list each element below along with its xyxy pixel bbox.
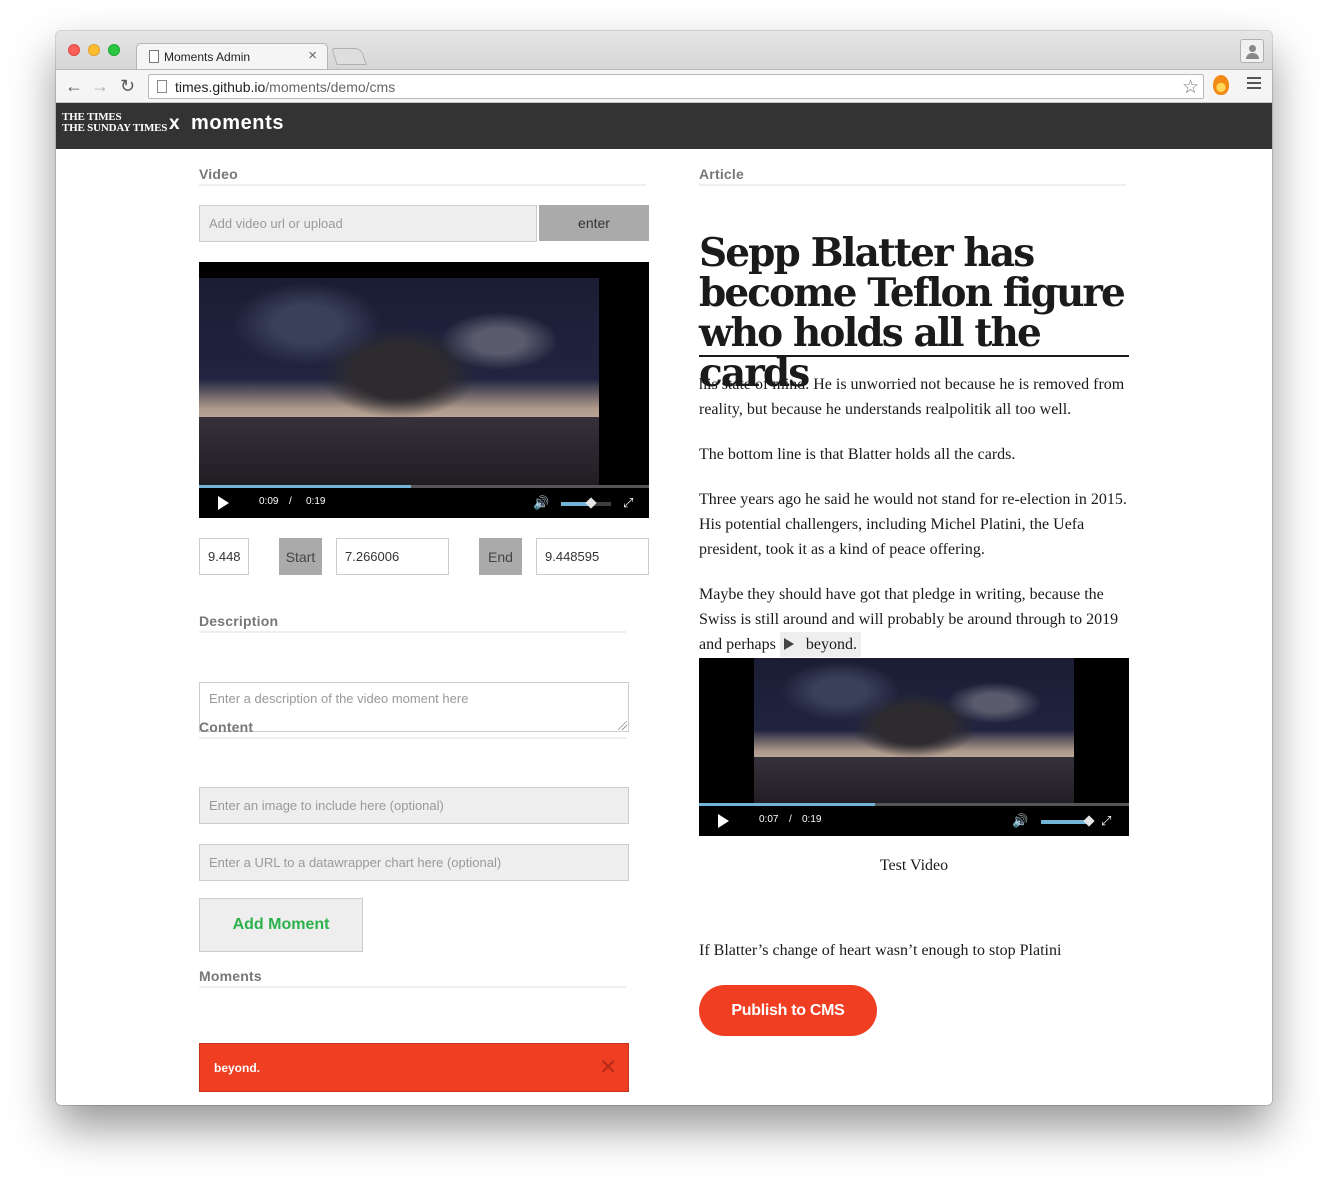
profile-icon[interactable] — [1240, 39, 1264, 63]
volume-icon[interactable]: 🔊 — [533, 495, 549, 511]
headline-rule — [699, 355, 1129, 357]
address-bar[interactable]: times.github.io/moments/demo/cms ☆ — [148, 74, 1204, 99]
window-maximize-button[interactable] — [108, 44, 120, 56]
video-controls: 0:09 / 0:19 🔊 ⤢ — [199, 488, 649, 518]
article-video-player[interactable]: 0:07 / 0:19 🔊 ⤢ — [699, 658, 1129, 836]
reload-icon[interactable]: ↻ — [120, 74, 135, 98]
forward-arrow-icon[interactable]: → — [91, 74, 109, 98]
browser-toolbar: ← → ↻ times.github.io/moments/demo/cms ☆ — [56, 69, 1272, 103]
tab-close-icon[interactable]: × — [308, 47, 317, 64]
article-volume-slider[interactable] — [1041, 815, 1095, 827]
remove-moment-icon[interactable]: ✕ — [599, 1055, 617, 1080]
tab-moments-admin[interactable]: Moments Admin × — [136, 43, 328, 70]
start-label: Start — [279, 538, 322, 575]
volume-slider[interactable] — [561, 497, 611, 509]
add-moment-button[interactable]: Add Moment — [199, 898, 363, 952]
description-placeholder: Enter a description of the video moment … — [209, 691, 469, 706]
header-separator: x — [169, 113, 180, 134]
video-player[interactable]: 0:09 / 0:19 🔊 ⤢ — [199, 262, 649, 518]
volume-icon[interactable]: 🔊 — [1012, 813, 1028, 829]
article-paragraph: Three years ago he said he would not sta… — [699, 491, 1127, 558]
tab-strip: Moments Admin × — [56, 31, 1272, 70]
time-separator: / — [289, 496, 292, 507]
bookmark-star-icon[interactable]: ☆ — [1182, 76, 1199, 99]
article-headline: Sepp Blatter has become Teflon figure wh… — [699, 230, 1126, 396]
article-paragraph: If Blatter’s change of heart wasn’t enou… — [699, 942, 1062, 959]
video-current-time: 0:09 — [259, 496, 279, 507]
url-text: times.github.io/moments/demo/cms — [175, 79, 395, 95]
enter-button[interactable]: enter — [539, 205, 649, 241]
new-tab-button[interactable] — [331, 48, 367, 65]
back-arrow-icon[interactable]: ← — [65, 74, 83, 98]
article-video-current-time: 0:07 — [759, 814, 779, 825]
app-header: THE TIMES THE SUNDAY TIMES x moments — [56, 103, 1272, 149]
publish-to-cms-button[interactable]: Publish to CMS — [699, 985, 877, 1036]
page-icon — [157, 80, 167, 93]
url-host: times.github.io — [175, 79, 266, 95]
content-section-label: Content — [199, 719, 626, 739]
fullscreen-icon[interactable]: ⤢ — [623, 495, 633, 511]
video-section-label: Video — [199, 166, 646, 186]
window-close-button[interactable] — [68, 44, 80, 56]
tab-title: Moments Admin — [164, 50, 251, 64]
start-time-input[interactable]: 7.266006 — [336, 538, 449, 575]
article-section-label: Article — [699, 166, 1126, 186]
volume-knob[interactable] — [585, 497, 597, 509]
end-label: End — [479, 538, 522, 575]
chart-url-input[interactable]: Enter a URL to a datawrapper chart here … — [199, 844, 629, 881]
current-time-input[interactable]: 9.448 — [199, 538, 249, 575]
times-logo[interactable]: THE TIMES THE SUNDAY TIMES — [62, 112, 167, 134]
play-icon[interactable] — [218, 496, 229, 510]
volume-knob[interactable] — [1082, 815, 1095, 827]
video-url-input[interactable]: Add video url or upload — [199, 205, 537, 242]
video-frame — [199, 278, 599, 488]
moment-list-item[interactable]: beyond. ✕ — [199, 1043, 629, 1092]
moment-item-label: beyond. — [214, 1060, 261, 1075]
article-video-frame — [754, 658, 1074, 808]
fullscreen-icon[interactable]: ⤢ — [1101, 813, 1111, 829]
time-separator: / — [789, 814, 792, 825]
article-paragraph-text: Maybe they should have got that pledge i… — [699, 586, 1119, 653]
moment-marker-text: beyond. — [805, 636, 857, 653]
url-path: /moments/demo/cms — [265, 79, 396, 95]
logo-line-2: THE SUNDAY TIMES — [62, 122, 168, 134]
video-caption: Test Video — [879, 857, 949, 874]
end-time-input[interactable]: 9.448595 — [536, 538, 649, 575]
article-paragraph: The bottom line is that Blatter holds al… — [699, 446, 1016, 463]
image-url-input[interactable]: Enter an image to include here (optional… — [199, 787, 629, 824]
extension-flame-icon[interactable] — [1213, 75, 1229, 95]
play-icon[interactable] — [718, 814, 729, 828]
page-icon — [149, 50, 159, 63]
video-duration: 0:19 — [306, 496, 326, 507]
moment-play-icon[interactable] — [783, 638, 794, 650]
article-video-duration: 0:19 — [802, 814, 822, 825]
article-paragraph-with-moment: Maybe they should have got that pledge i… — [699, 582, 1131, 657]
cms-content: Video Add video url or upload enter 0:09… — [56, 149, 1272, 1105]
window-minimize-button[interactable] — [88, 44, 100, 56]
description-section-label: Description — [199, 613, 626, 633]
article-paragraph: his state of mind. He is unworried not b… — [699, 376, 1125, 418]
moments-section-label: Moments — [199, 968, 626, 988]
browser-window: Moments Admin × ← → ↻ times.github.io/mo… — [56, 31, 1272, 1105]
app-name: moments — [191, 112, 285, 134]
moment-marker[interactable]: beyond. — [779, 632, 861, 657]
menu-icon[interactable] — [1247, 77, 1261, 89]
article-video-controls: 0:07 / 0:19 🔊 ⤢ — [699, 806, 1129, 836]
